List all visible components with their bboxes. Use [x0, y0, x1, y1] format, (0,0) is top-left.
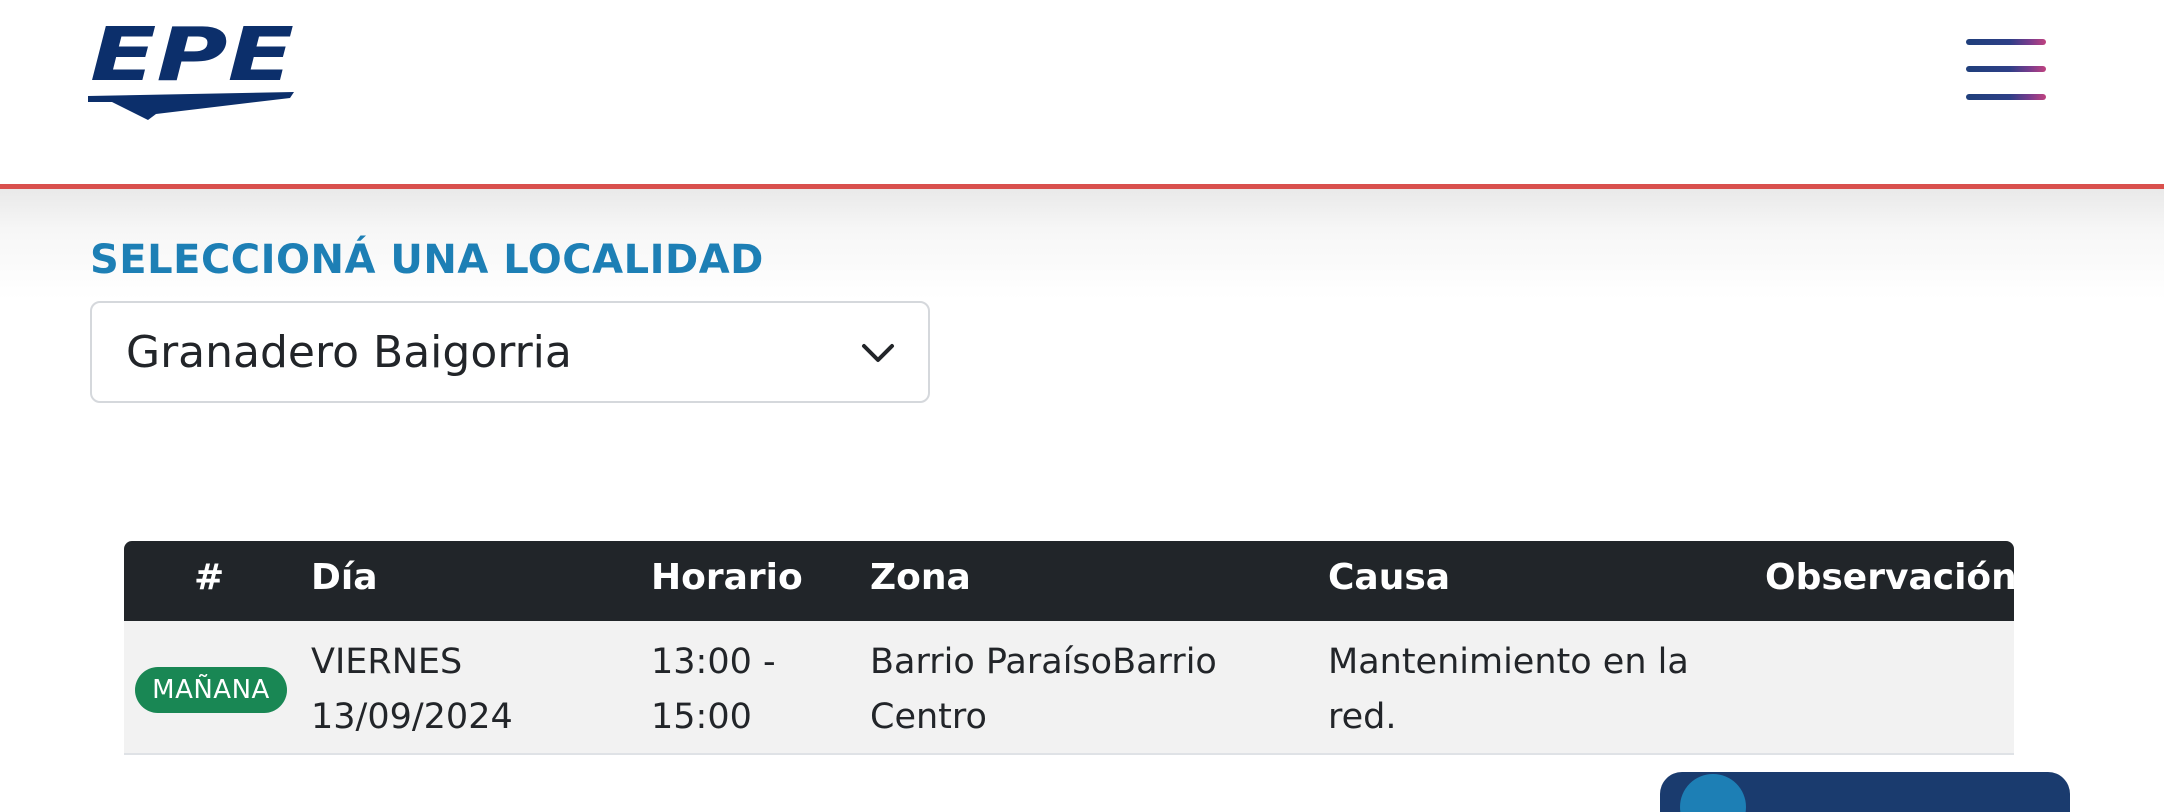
chevron-down-icon: [862, 344, 894, 362]
menu-bar-bottom: [1966, 94, 2046, 100]
cell-horario-end: 15:00: [651, 697, 752, 737]
cell-causa-line1: Mantenimiento en la: [1328, 642, 1689, 682]
locality-selected-value: Granadero Baigorria: [126, 327, 572, 378]
cell-dia: VIERNES 13/09/2024: [311, 635, 513, 745]
floating-action-button[interactable]: [1660, 772, 2070, 812]
table-header: # Día Horario Zona Causa Observación: [124, 541, 2017, 621]
cell-horario-start: 13:00 -: [651, 642, 776, 682]
column-header-dia: Día: [311, 557, 378, 598]
svg-text:EPE: EPE: [90, 20, 294, 98]
cell-horario: 13:00 - 15:00: [651, 635, 776, 745]
locality-label: SELECCIONÁ UNA LOCALIDAD: [90, 237, 764, 283]
table-row[interactable]: MAÑANA VIERNES 13/09/2024 13:00 - 15:00 …: [124, 621, 2014, 755]
fab-icon-circle: [1680, 774, 1746, 812]
column-header-causa: Causa: [1328, 557, 1451, 598]
cell-causa: Mantenimiento en la red.: [1328, 635, 1689, 745]
cell-dia-date: 13/09/2024: [311, 697, 513, 737]
epe-logo[interactable]: EPE: [88, 20, 300, 124]
cell-zona: Barrio ParaísoBarrio Centro: [870, 635, 1217, 745]
hamburger-menu-icon[interactable]: [1960, 36, 2046, 108]
column-header-zona: Zona: [870, 557, 971, 598]
cell-dia-weekday: VIERNES: [311, 642, 463, 682]
column-header-observacion: Observación: [1765, 557, 2017, 598]
cell-zona-line1: Barrio ParaísoBarrio: [870, 642, 1217, 682]
column-header-number: #: [194, 557, 225, 598]
site-header: EPE: [0, 0, 2164, 189]
column-header-horario: Horario: [651, 557, 803, 598]
cell-zona-line2: Centro: [870, 697, 987, 737]
menu-bar-middle: [1966, 66, 2046, 72]
outages-table: # Día Horario Zona Causa Observación MAÑ…: [124, 541, 2017, 755]
locality-select[interactable]: Granadero Baigorria: [90, 301, 930, 403]
cell-causa-line2: red.: [1328, 697, 1397, 737]
day-badge: MAÑANA: [135, 667, 287, 713]
menu-bar-top: [1966, 39, 2046, 45]
main-content: SELECCIONÁ UNA LOCALIDAD Granadero Baigo…: [0, 189, 2164, 784]
